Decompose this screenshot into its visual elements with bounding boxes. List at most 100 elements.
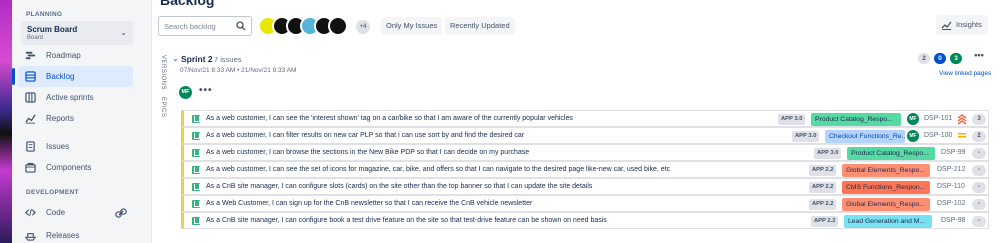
sidebar-item-label: Backlog	[46, 72, 75, 81]
epic-label[interactable]: Product Catalog_Respo...	[811, 113, 901, 126]
search-field[interactable]	[158, 16, 252, 36]
sidebar-item-issues[interactable]: Issues	[18, 136, 133, 157]
sidebar-item-label: Roadmap	[46, 51, 81, 60]
avatar-more-count[interactable]: +4	[356, 20, 370, 34]
version-badge: APP 3.0	[814, 148, 842, 159]
done-count-badge: 3	[950, 53, 962, 64]
sprint-name: Sprint 2	[181, 54, 213, 64]
issue-row[interactable]: As a CnB site manager, I can configure b…	[181, 212, 989, 229]
issue-summary: As a CnB site manager, I can configure s…	[206, 183, 593, 190]
issue-key[interactable]: DSP-110	[937, 183, 965, 190]
issue-key[interactable]: DSP-99	[941, 149, 966, 156]
backlog-icon	[25, 71, 36, 82]
chart-icon	[941, 21, 952, 30]
sidebar-item-label: Code	[46, 208, 66, 217]
issue-row[interactable]: As a web customer, I can see the 'intere…	[181, 110, 989, 127]
issue-key[interactable]: DSP-101	[924, 115, 952, 122]
story-points-badge: -	[972, 216, 986, 227]
issue-row[interactable]: As a web customer, I can see the set of …	[181, 161, 989, 178]
sidebar: PLANNING Scrum Board Board ⌄ Roadmap Bac…	[12, 0, 152, 243]
avatar[interactable]: MF	[907, 130, 919, 142]
epic-label[interactable]: Checkout Functions_Re...	[825, 130, 905, 143]
epic-label[interactable]: CMS Functions_Respon...	[842, 181, 930, 194]
story-points-badge: -	[972, 148, 986, 159]
story-icon	[192, 149, 200, 157]
epic-label[interactable]: Lead Generation and M...	[844, 215, 932, 228]
sidebar-item-label: Issues	[46, 142, 70, 151]
avatar[interactable]	[328, 16, 348, 36]
chart-line-icon	[25, 114, 36, 124]
page-title: Backlog	[160, 0, 215, 8]
story-points-badge: 3	[972, 114, 986, 125]
sidebar-item-label: Active sprints	[46, 93, 94, 102]
priority-icon	[958, 133, 966, 138]
issue-summary: As a web customer, I can see the 'intere…	[206, 115, 573, 122]
board-name: Scrum Board	[27, 25, 78, 34]
avatar-group: +4	[258, 16, 370, 36]
sidebar-item-label: Releases	[46, 231, 80, 240]
epic-label[interactable]: Global Elements_Respo...	[842, 164, 930, 177]
story-points-badge: -	[972, 182, 986, 193]
story-points-badge: -	[972, 165, 986, 176]
sidebar-item-label: Reports	[46, 114, 75, 123]
issue-summary: As a CnB site manager, I can configure b…	[206, 217, 607, 224]
roadmap-icon	[25, 51, 36, 60]
insights-button[interactable]: Insights	[936, 15, 988, 35]
epic-label[interactable]: Product Catalog_Respo...	[847, 147, 935, 160]
sidebar-item-components[interactable]: Components	[18, 157, 133, 178]
more-icon[interactable]: •••	[971, 50, 987, 64]
story-icon	[192, 183, 200, 191]
story-icon	[192, 132, 200, 140]
issue-row[interactable]: As a Web Customer, I can sign up for the…	[181, 195, 989, 212]
sprint-issue-count: 7 issues	[214, 55, 242, 64]
sidebar-item-roadmap[interactable]: Roadmap	[18, 45, 133, 66]
in-progress-count-badge: 0	[934, 53, 946, 64]
view-linked-pages-link[interactable]: View linked pages	[939, 70, 991, 77]
issue-key[interactable]: DSP-98	[941, 217, 966, 224]
issue-row[interactable]: As a web customer, I can browse the sect…	[181, 144, 989, 161]
ship-icon	[25, 233, 36, 241]
story-icon	[192, 217, 200, 225]
issues-icon	[26, 141, 35, 152]
development-label: DEVELOPMENT	[26, 189, 79, 196]
planning-label: PLANNING	[26, 11, 63, 18]
search-input[interactable]	[159, 17, 237, 35]
only-my-issues-filter[interactable]: Only My Issues	[381, 17, 443, 35]
avatar[interactable]: MF	[907, 113, 919, 125]
epic-label[interactable]: Global Elements_Respo...	[842, 198, 930, 211]
issue-row[interactable]: As a CnB site manager, I can configure s…	[181, 178, 989, 195]
more-icon[interactable]: •••	[199, 85, 213, 96]
version-badge: APP 2.2	[809, 165, 837, 176]
version-badge: APP 2.2	[809, 182, 837, 193]
issue-row[interactable]: As a web customer, I can filter results …	[181, 127, 989, 144]
sidebar-item-label: Components	[46, 163, 92, 172]
sidebar-item-backlog[interactable]: Backlog	[12, 66, 133, 87]
issue-summary: As a Web Customer, I can sign up for the…	[206, 200, 533, 207]
todo-count-badge: 2	[918, 53, 930, 64]
decorative-edge	[0, 0, 12, 243]
version-badge: APP 2.2	[811, 216, 839, 227]
avatar[interactable]: MF	[179, 86, 192, 99]
story-points-badge: 2	[972, 131, 986, 142]
sidebar-item-releases[interactable]: Releases	[18, 225, 133, 243]
sidebar-item-reports[interactable]: Reports	[18, 108, 133, 129]
search-icon	[236, 21, 246, 31]
versions-panel-toggle[interactable]: VERSIONS	[160, 55, 166, 90]
board-columns-icon	[25, 92, 36, 103]
recently-updated-filter[interactable]: Recently Updated	[445, 17, 515, 35]
issue-key[interactable]: DSP-212	[937, 166, 965, 173]
story-icon	[192, 200, 200, 208]
issue-summary: As a web customer, I can browse the sect…	[206, 149, 530, 156]
story-points-badge: -	[972, 199, 986, 210]
link-icon[interactable]	[114, 206, 128, 220]
issue-summary: As a web customer, I can filter results …	[206, 132, 525, 139]
version-badge: APP 2.2	[809, 199, 837, 210]
chevron-down-icon[interactable]: ⌄	[172, 54, 179, 63]
epics-panel-toggle[interactable]: EPICS	[160, 97, 166, 118]
issue-key[interactable]: DSP-102	[937, 200, 965, 207]
version-badge: APP 3.0	[778, 114, 806, 125]
board-subtitle: Board	[27, 35, 44, 41]
board-selector[interactable]: Scrum Board Board ⌄	[21, 21, 133, 45]
sidebar-item-active-sprints[interactable]: Active sprints	[18, 87, 133, 108]
issue-key[interactable]: DSP-100	[924, 132, 952, 139]
